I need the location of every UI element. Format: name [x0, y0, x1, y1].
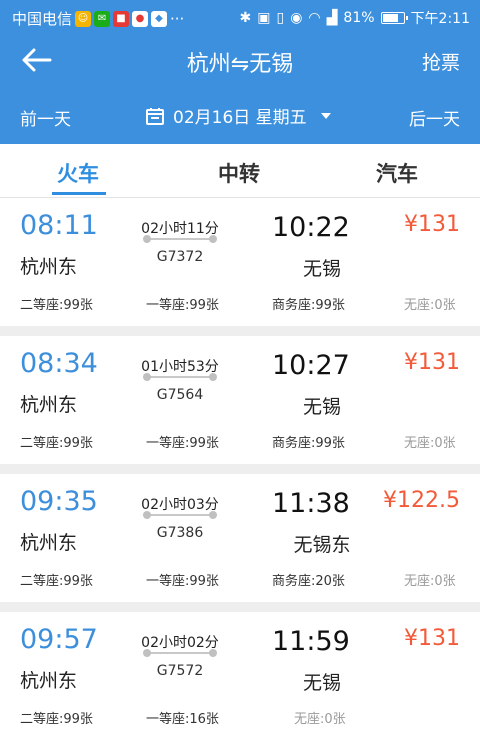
date-picker[interactable]: 02月16日 星期五	[145, 103, 331, 128]
route-title: 杭州⇋无锡	[186, 52, 294, 77]
departure-station: 杭州东	[20, 394, 78, 416]
clock: 下午2:11	[410, 11, 470, 27]
departure-time: 08:11	[20, 210, 98, 241]
chevron-down-icon	[320, 112, 331, 119]
price: ¥131	[404, 350, 460, 375]
arrival-time: 11:38	[272, 488, 350, 519]
price: ¥131	[404, 626, 460, 651]
arrival-time: 11:59	[272, 626, 350, 657]
duration: 02小时02分	[141, 635, 219, 651]
arrival-station: 无锡	[302, 258, 341, 280]
train-card[interactable]: 09:57 杭州东 02小时02分 G7572 11:59 无锡 ¥131 二等…	[0, 612, 480, 741]
price: ¥122.5	[383, 488, 460, 513]
tab-train[interactable]: 火车	[57, 158, 99, 188]
transport-tabs: 火车 中转 汽车	[0, 144, 480, 198]
prev-day-button[interactable]: 前一天	[20, 105, 71, 130]
seat-standing: 无座:0张	[404, 436, 456, 451]
status-left: 中国电信 ☺ ✉ ■ ● ◆ ···	[12, 8, 184, 29]
arrival-time: 10:22	[272, 212, 350, 243]
grab-ticket-button[interactable]: 抢票	[422, 48, 460, 75]
duration-line	[143, 373, 217, 381]
eye-comfort-icon: ◉	[290, 10, 303, 26]
seat-business-class: 商务座:99张	[272, 298, 345, 313]
duration-line	[143, 235, 217, 243]
battery-icon	[380, 12, 408, 24]
train-card[interactable]: 08:11 杭州东 02小时11分 G7372 10:22 无锡 ¥131 二等…	[0, 198, 480, 326]
more-notifications-icon: ···	[170, 9, 185, 28]
seat-first-class: 一等座:99张	[146, 574, 219, 589]
bluetooth-icon: ✱	[239, 10, 252, 26]
duration-line	[143, 649, 217, 657]
notification-app-icon: ■	[113, 10, 130, 27]
train-number: G7386	[156, 525, 204, 541]
status-right: ✱ ▣ ▯ ◉ ◠ ▟ 81% 下午2:11	[240, 8, 470, 28]
status-bar: 中国电信 ☺ ✉ ■ ● ◆ ··· ✱ ▣ ▯ ◉ ◠ ▟ 81% 下午2:1…	[0, 0, 480, 34]
departure-time: 09:57	[20, 624, 98, 655]
seat-first-class: 一等座:99张	[146, 436, 219, 451]
wechat-icon: ✉	[94, 10, 111, 27]
seat-business-class: 商务座:20张	[272, 574, 345, 589]
tab-transfer[interactable]: 中转	[218, 158, 260, 188]
seat-business-class: 商务座:99张	[272, 436, 345, 451]
seat-first-class: 一等座:99张	[146, 298, 219, 313]
train-card[interactable]: 08:34 杭州东 01小时53分 G7564 10:27 无锡 ¥131 二等…	[0, 336, 480, 464]
tab-bus[interactable]: 汽车	[376, 158, 418, 188]
nfc-icon: ▣	[257, 10, 271, 26]
carrier-label: 中国电信	[12, 10, 73, 28]
train-number: G7572	[156, 663, 204, 679]
seat-second-class: 二等座:99张	[20, 712, 93, 727]
active-tab-indicator	[52, 192, 106, 195]
wifi-icon: ◠	[308, 10, 321, 26]
duration: 02小时03分	[141, 497, 219, 513]
departure-station: 杭州东	[20, 256, 78, 278]
battery-level-fill	[382, 14, 398, 22]
arrival-station: 无锡东	[293, 534, 351, 556]
duration: 02小时11分	[141, 221, 219, 237]
seat-standing: 无座:0张	[294, 712, 346, 727]
arrival-station: 无锡	[302, 396, 341, 418]
seat-second-class: 二等座:99张	[20, 574, 93, 589]
arrival-station: 无锡	[302, 672, 341, 694]
seat-standing: 无座:0张	[404, 574, 456, 589]
vibrate-icon: ▯	[276, 10, 285, 26]
location-app-icon: ●	[132, 10, 149, 27]
departure-station: 杭州东	[20, 670, 78, 692]
departure-station: 杭州东	[20, 532, 78, 554]
date-bar: 前一天 02月16日 星期五 后一天	[0, 86, 480, 144]
train-number: G7564	[156, 387, 204, 403]
departure-time: 08:34	[20, 348, 98, 379]
app-header: 杭州⇋无锡 抢票	[0, 34, 480, 86]
calendar-icon	[146, 107, 164, 125]
seat-first-class: 一等座:16张	[146, 712, 219, 727]
signal-icon: ▟	[326, 10, 338, 26]
duration: 01小时53分	[141, 359, 219, 375]
price: ¥131	[404, 212, 460, 237]
notification-app-icon: ◆	[151, 10, 168, 27]
seat-second-class: 二等座:99张	[20, 436, 93, 451]
battery-percent: 81%	[343, 10, 375, 26]
next-day-button[interactable]: 后一天	[409, 105, 460, 130]
notification-app-icon: ☺	[75, 10, 92, 27]
train-card[interactable]: 09:35 杭州东 02小时03分 G7386 11:38 无锡东 ¥122.5…	[0, 474, 480, 602]
duration-line	[143, 511, 217, 519]
seat-standing: 无座:0张	[404, 298, 456, 313]
train-number: G7372	[156, 249, 204, 265]
selected-date: 02月16日 星期五	[173, 108, 307, 128]
arrival-time: 10:27	[272, 350, 350, 381]
departure-time: 09:35	[20, 486, 98, 517]
seat-second-class: 二等座:99张	[20, 298, 93, 313]
